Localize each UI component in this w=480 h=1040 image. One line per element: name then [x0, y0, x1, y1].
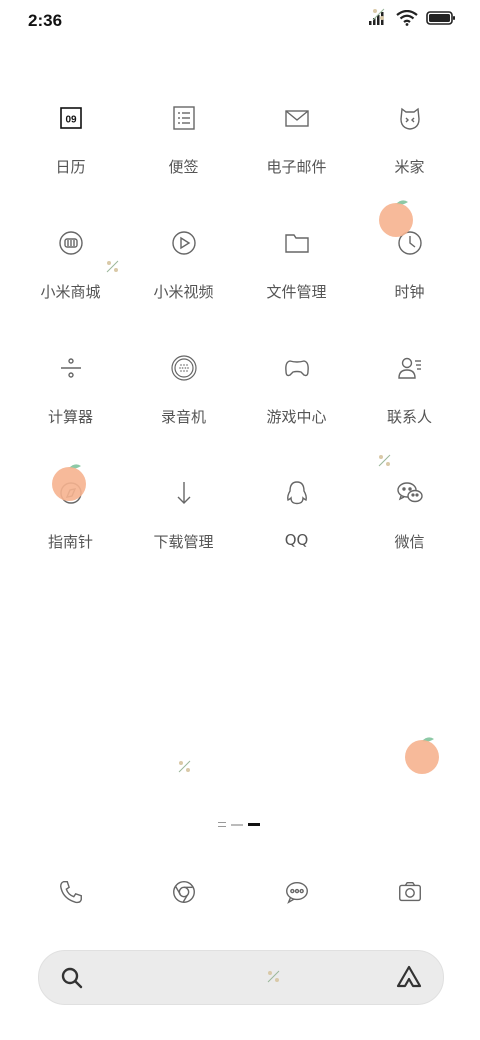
notes-icon	[154, 88, 214, 148]
peach-icon	[52, 464, 86, 501]
home-screen: 2:36 09 日历 便签 电子邮件 米家 小米商城 小米视频 文件管理 时钟 …	[0, 0, 480, 1040]
app-label: 联系人	[386, 408, 432, 426]
app-notes[interactable]: 便签	[127, 88, 240, 213]
search-bar[interactable]	[38, 950, 444, 1005]
app-mi-video[interactable]: 小米视频	[127, 213, 240, 338]
app-wechat[interactable]: 微信	[353, 463, 466, 588]
app-label: 小米商城	[40, 283, 101, 301]
app-label: 时钟	[394, 283, 425, 301]
blossom-icon	[267, 970, 280, 983]
blossom-icon	[178, 760, 191, 773]
app-qq[interactable]: QQ	[240, 463, 353, 588]
blossom-icon	[106, 260, 119, 273]
app-calculator[interactable]: 计算器	[14, 338, 127, 463]
app-label: 计算器	[47, 408, 93, 426]
wechat-icon	[380, 463, 440, 523]
app-label: 米家	[394, 158, 425, 176]
app-label: 下载管理	[153, 533, 214, 551]
search-icon[interactable]	[59, 965, 85, 991]
app-file-manager[interactable]: 文件管理	[240, 213, 353, 338]
dock-browser[interactable]	[127, 862, 240, 922]
contacts-icon	[380, 338, 440, 398]
dock-messages[interactable]	[240, 862, 353, 922]
page-indicator[interactable]	[218, 822, 260, 827]
app-label: 日历	[55, 158, 86, 176]
dock-phone[interactable]	[14, 862, 127, 922]
blossom-icon	[372, 8, 385, 21]
app-label: 小米视频	[153, 283, 214, 301]
calendar-icon: 09	[41, 88, 101, 148]
peach-icon	[405, 737, 439, 774]
page-indicator-menu	[218, 822, 226, 827]
download-icon	[154, 463, 214, 523]
qq-penguin-icon	[267, 463, 327, 523]
dock-camera[interactable]	[353, 862, 466, 922]
app-contacts[interactable]: 联系人	[353, 338, 466, 463]
mijia-icon	[380, 88, 440, 148]
battery-icon	[426, 11, 455, 25]
app-label: 录音机	[160, 408, 206, 426]
app-label: 电子邮件	[266, 158, 327, 176]
app-label: 便签	[168, 158, 199, 176]
calendar-date: 09	[65, 115, 77, 126]
assistant-icon[interactable]	[395, 964, 423, 990]
page-dot-active	[248, 823, 260, 826]
app-label: 指南针	[47, 533, 93, 551]
blossom-icon	[378, 454, 391, 467]
status-time: 2:36	[28, 11, 63, 30]
phone-icon	[59, 881, 82, 904]
app-label: 微信	[394, 533, 425, 551]
app-label: 游戏中心	[266, 408, 327, 426]
app-recorder[interactable]: 录音机	[127, 338, 240, 463]
app-label: 文件管理	[266, 283, 327, 301]
mi-store-icon	[41, 213, 101, 273]
app-grid: 09 日历 便签 电子邮件 米家 小米商城 小米视频 文件管理 时钟 计算器 录…	[14, 88, 466, 588]
folder-icon	[267, 213, 327, 273]
recorder-icon	[154, 338, 214, 398]
app-game-center[interactable]: 游戏中心	[240, 338, 353, 463]
video-play-icon	[154, 213, 214, 273]
app-email[interactable]: 电子邮件	[240, 88, 353, 213]
mail-icon	[267, 88, 327, 148]
app-label: QQ	[284, 531, 309, 549]
app-downloads[interactable]: 下载管理	[127, 463, 240, 588]
wifi-icon	[396, 10, 418, 26]
app-mijia[interactable]: 米家	[353, 88, 466, 213]
app-calendar[interactable]: 09 日历	[14, 88, 127, 213]
messages-icon	[285, 881, 308, 904]
browser-icon	[172, 881, 195, 903]
calculator-icon	[41, 338, 101, 398]
camera-icon	[398, 881, 421, 902]
page-dot	[231, 823, 243, 826]
gamepad-icon	[267, 338, 327, 398]
peach-icon	[379, 200, 413, 237]
dock	[14, 862, 466, 922]
status-bar: 2:36	[0, 0, 480, 40]
